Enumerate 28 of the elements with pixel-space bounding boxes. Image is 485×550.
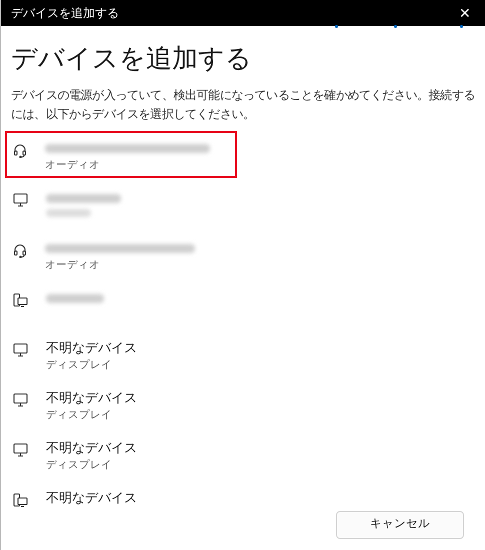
device-type: ディスプレイ: [46, 459, 113, 472]
device-item[interactable]: 不明なデバイス ディスプレイ: [5, 331, 237, 378]
device-type: オーディオ: [45, 259, 101, 272]
monitor-icon: [13, 193, 28, 207]
device-item[interactable]: 不明なデバイス: [5, 481, 237, 509]
phone-monitor-icon: [13, 293, 28, 308]
device-name: 不明なデバイス: [46, 340, 137, 356]
monitor-icon: [13, 443, 28, 457]
monitor-icon: [13, 393, 28, 407]
window-title: デバイスを追加する: [11, 5, 119, 22]
headset-icon: [13, 243, 27, 258]
device-item[interactable]: 不明なデバイス ディスプレイ: [5, 431, 237, 478]
device-item[interactable]: オーディオ: [5, 131, 237, 178]
instruction-text: デバイスの電源が入っていて、検出可能になっていることを確かめてください。接続するには、以下からデバイスを選択してください。: [11, 87, 475, 123]
cancel-button[interactable]: キャンセル: [336, 511, 464, 539]
device-name: 不明なデバイス: [46, 490, 137, 506]
device-type: オーディオ: [45, 159, 101, 172]
device-type: ディスプレイ: [46, 359, 113, 372]
device-type: ディスプレイ: [46, 409, 113, 422]
monitor-icon: [13, 343, 28, 357]
device-name: 不明なデバイス: [46, 440, 137, 456]
phone-monitor-icon: [13, 493, 28, 508]
device-name: 不明なデバイス: [46, 390, 137, 406]
device-item[interactable]: 不明なデバイス ディスプレイ: [5, 381, 237, 428]
close-button[interactable]: ✕: [459, 6, 471, 20]
dialog-heading: デバイスを追加する: [11, 42, 253, 74]
device-item[interactable]: オーディオ: [5, 231, 237, 278]
headset-icon: [13, 143, 27, 158]
